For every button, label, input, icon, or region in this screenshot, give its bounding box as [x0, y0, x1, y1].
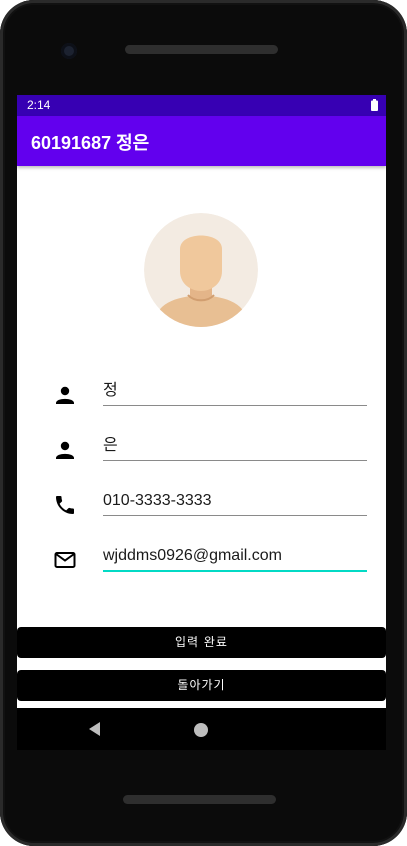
phone-frame: 2:14 60191687 정은 정 은 010-3333-3333 wjddm…: [0, 0, 407, 846]
email-row: wjddms0926@gmail.com: [17, 542, 386, 582]
submit-button[interactable]: 입력 완료: [17, 627, 386, 658]
back-button[interactable]: 돌아가기: [17, 670, 386, 701]
phone-row: 010-3333-3333: [17, 487, 386, 527]
phone-icon: [56, 496, 74, 514]
avatar: [144, 213, 258, 327]
last-name-row: 은: [17, 432, 386, 472]
person-icon: [56, 441, 74, 459]
status-time: 2:14: [27, 98, 51, 112]
phone-field[interactable]: 010-3333-3333: [103, 487, 367, 516]
back-icon[interactable]: [87, 721, 103, 737]
first-name-field[interactable]: 정: [103, 377, 367, 406]
home-icon[interactable]: [194, 723, 208, 737]
first-name-row: 정: [17, 377, 386, 417]
email-field[interactable]: wjddms0926@gmail.com: [103, 542, 367, 572]
battery-icon: [371, 99, 378, 111]
last-name-field[interactable]: 은: [103, 432, 367, 461]
email-icon: [54, 552, 76, 568]
top-speaker: [125, 45, 278, 54]
page-title: 60191687 정은: [31, 133, 150, 153]
person-icon: [56, 386, 74, 404]
avatar-icon: [144, 213, 258, 327]
front-camera: [61, 43, 77, 59]
bottom-speaker: [123, 795, 276, 804]
app-bar: 60191687 정은: [17, 116, 386, 166]
app-screen: 2:14 60191687 정은 정 은 010-3333-3333 wjddm…: [17, 95, 386, 708]
status-bar: 2:14: [17, 95, 386, 116]
navigation-bar: [17, 708, 386, 750]
